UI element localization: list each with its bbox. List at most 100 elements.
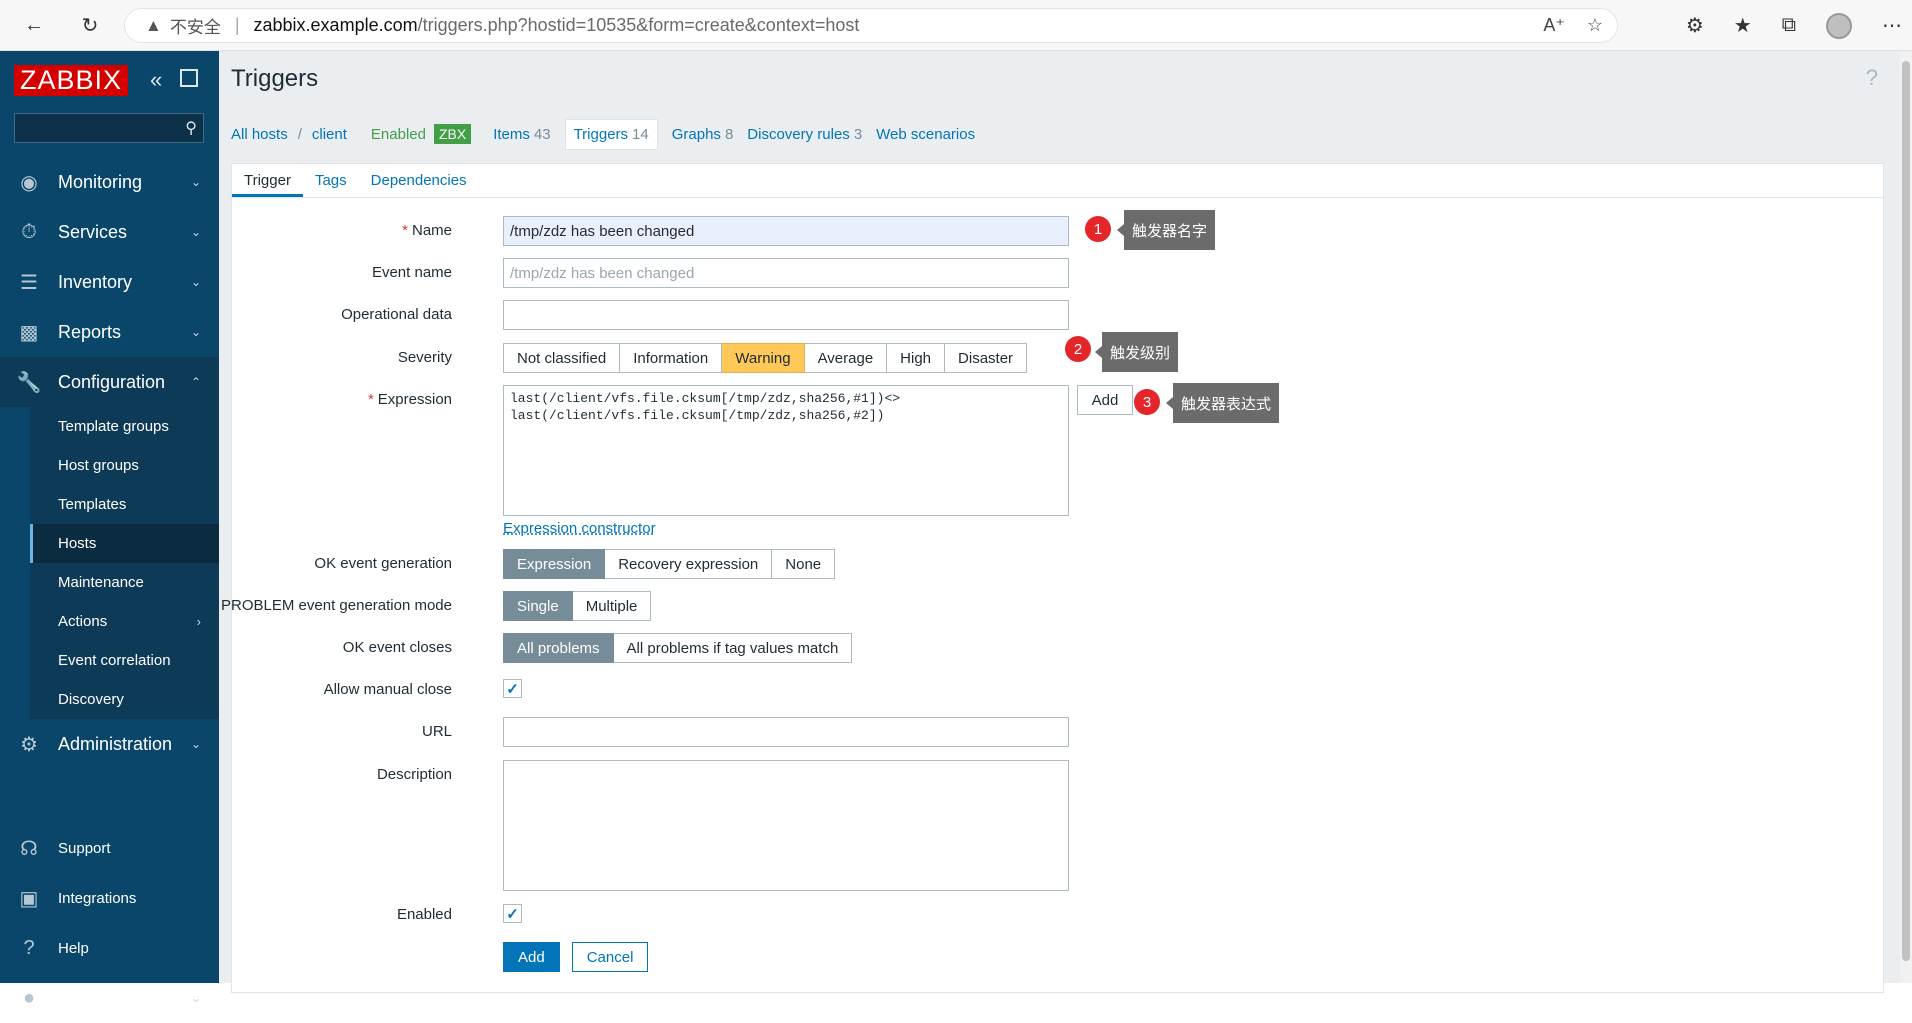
ok-closes-tag-match[interactable]: All problems if tag values match <box>613 633 853 663</box>
items-count: 43 <box>533 125 551 143</box>
headset-icon: ☊ <box>20 837 38 860</box>
collections-icon[interactable]: ⧉ <box>1782 14 1796 37</box>
submenu-host-groups[interactable]: Host groups <box>30 446 219 485</box>
enabled-label: Enabled <box>396 906 452 923</box>
profile-avatar[interactable] <box>1826 12 1852 39</box>
manual-close-label: Allow manual close <box>323 681 452 698</box>
scroll-thumb[interactable] <box>1902 61 1910 961</box>
zbx-availability-badge: ZBX <box>433 124 472 144</box>
address-bar[interactable]: ▲ 不安全 | zabbix.example.com/triggers.php?… <box>124 8 1618 43</box>
menu-support[interactable]: ☊ Support <box>0 823 219 873</box>
event-name-label: Event name <box>371 264 452 281</box>
expression-constructor-link[interactable]: Expression constructor <box>503 520 656 537</box>
sidebar-search-input[interactable]: ⚲ <box>14 113 204 143</box>
severity-warning[interactable]: Warning <box>722 343 805 373</box>
problem-mode-single[interactable]: Single <box>503 591 573 621</box>
list-icon: ☰ <box>20 271 38 294</box>
search-icon[interactable]: ⚲ <box>185 118 197 138</box>
add-button[interactable]: Add <box>503 942 560 972</box>
expression-textarea[interactable]: last(/client/vfs.file.cksum[/tmp/zdz,sha… <box>503 385 1069 516</box>
submenu-templates[interactable]: Templates <box>30 485 219 524</box>
z-icon: ▣ <box>19 887 39 910</box>
cancel-button[interactable]: Cancel <box>571 942 649 972</box>
graphs-label: Graphs <box>671 125 721 143</box>
refresh-icon[interactable]: ↻ <box>70 5 110 45</box>
tab-dependencies[interactable]: Dependencies <box>359 172 479 197</box>
problem-mode-label: PROBLEM event generation mode <box>221 597 452 614</box>
kiosk-mode-icon[interactable] <box>180 69 198 87</box>
menu-label: User settings <box>58 989 146 1007</box>
discovery-rules-link[interactable]: Discovery rules 3 <box>747 126 862 143</box>
chevron-down-icon: ⌄ <box>190 325 201 339</box>
host-navigation: All hosts / client Enabled ZBX Items 43 T… <box>231 118 989 150</box>
tab-tags[interactable]: Tags <box>303 172 359 197</box>
required-asterisk: * <box>367 391 374 408</box>
page-title: Triggers <box>231 65 319 92</box>
ok-event-generation-selector: Expression Recovery expression None <box>503 549 836 579</box>
back-icon[interactable]: ← <box>14 5 54 45</box>
clock-icon: ⏱ <box>21 220 37 243</box>
warning-icon: ▲ <box>145 15 162 35</box>
manual-close-checkbox[interactable]: ✓ <box>503 679 522 698</box>
name-label: * Name <box>152 222 452 239</box>
menu-help[interactable]: ? Help <box>0 923 219 973</box>
menu-label: Reports <box>58 321 122 342</box>
trigger-form: Trigger Tags Dependencies * Name Event na… <box>221 163 1884 993</box>
add-favorite-icon[interactable]: ☆ <box>1587 15 1603 36</box>
help-icon[interactable]: ? <box>1866 65 1878 91</box>
url-input[interactable] <box>503 717 1069 747</box>
ok-gen-none[interactable]: None <box>772 549 836 579</box>
annotation-3-marker: 3 <box>1134 389 1160 415</box>
triggers-link[interactable]: Triggers 14 <box>564 118 658 150</box>
event-name-input[interactable] <box>503 258 1069 288</box>
severity-information[interactable]: Information <box>620 343 723 373</box>
url-path: /triggers.php?hostid=10535&form=create&c… <box>417 15 860 35</box>
enabled-checkbox[interactable]: ✓ <box>503 904 522 923</box>
extensions-icon[interactable]: ⚙ <box>1686 13 1704 38</box>
discovery-count: 3 <box>853 125 863 143</box>
operational-data-label: Operational data <box>341 306 452 323</box>
name-label-text: Name <box>411 222 452 239</box>
chevron-down-icon: ⌄ <box>190 991 201 1005</box>
ok-gen-recovery-expression[interactable]: Recovery expression <box>605 549 773 579</box>
favorites-icon[interactable]: ★ <box>1734 13 1752 38</box>
items-link[interactable]: Items 43 <box>493 126 550 143</box>
name-input[interactable] <box>503 216 1069 246</box>
host-status[interactable]: Enabled <box>371 126 426 143</box>
wrench-icon: 🔧 <box>16 371 42 394</box>
submenu-actions-label: Actions <box>58 613 108 630</box>
all-hosts-link[interactable]: All hosts <box>231 126 288 143</box>
submenu-template-groups[interactable]: Template groups <box>30 407 219 446</box>
read-aloud-icon[interactable]: A⁺ <box>1543 15 1565 36</box>
breadcrumb-separator: / <box>297 125 302 143</box>
discovery-label: Discovery rules <box>747 125 850 143</box>
zabbix-logo[interactable]: ZABBIX <box>14 65 129 96</box>
host-link[interactable]: client <box>312 126 347 143</box>
severity-not-classified[interactable]: Not classified <box>503 343 621 373</box>
ok-gen-expression[interactable]: Expression <box>503 549 606 579</box>
annotation-3-label: 触发器表达式 <box>1165 383 1280 423</box>
chevron-up-icon: ⌃ <box>190 375 201 389</box>
problem-mode-multiple[interactable]: Multiple <box>572 591 652 621</box>
severity-disaster[interactable]: Disaster <box>945 343 1028 373</box>
ok-closes-all-problems[interactable]: All problems <box>503 633 614 663</box>
ok-event-closes-label: OK event closes <box>342 639 452 656</box>
tab-trigger[interactable]: Trigger <box>232 172 303 197</box>
triggers-count: 14 <box>632 125 649 143</box>
url-host: zabbix.example.com <box>253 15 418 35</box>
items-label: Items <box>493 125 530 143</box>
graphs-link[interactable]: Graphs 8 <box>672 126 734 143</box>
collapse-sidebar-icon[interactable]: « <box>150 67 162 93</box>
description-textarea[interactable] <box>503 760 1069 891</box>
operational-data-input[interactable] <box>503 300 1069 330</box>
expression-add-button[interactable]: Add <box>1077 385 1133 415</box>
eye-icon: ◉ <box>20 171 38 194</box>
severity-average[interactable]: Average <box>804 343 888 373</box>
menu-user-settings[interactable]: ● User settings ⌄ <box>0 973 219 1023</box>
menu-monitoring[interactable]: ◉ Monitoring ⌄ <box>0 157 219 207</box>
severity-high[interactable]: High <box>887 343 946 373</box>
page-scrollbar[interactable] <box>1900 51 1912 983</box>
menu-label: Monitoring <box>58 171 143 192</box>
more-icon[interactable]: ⋯ <box>1882 13 1902 38</box>
web-scenarios-link[interactable]: Web scenarios <box>876 126 975 143</box>
